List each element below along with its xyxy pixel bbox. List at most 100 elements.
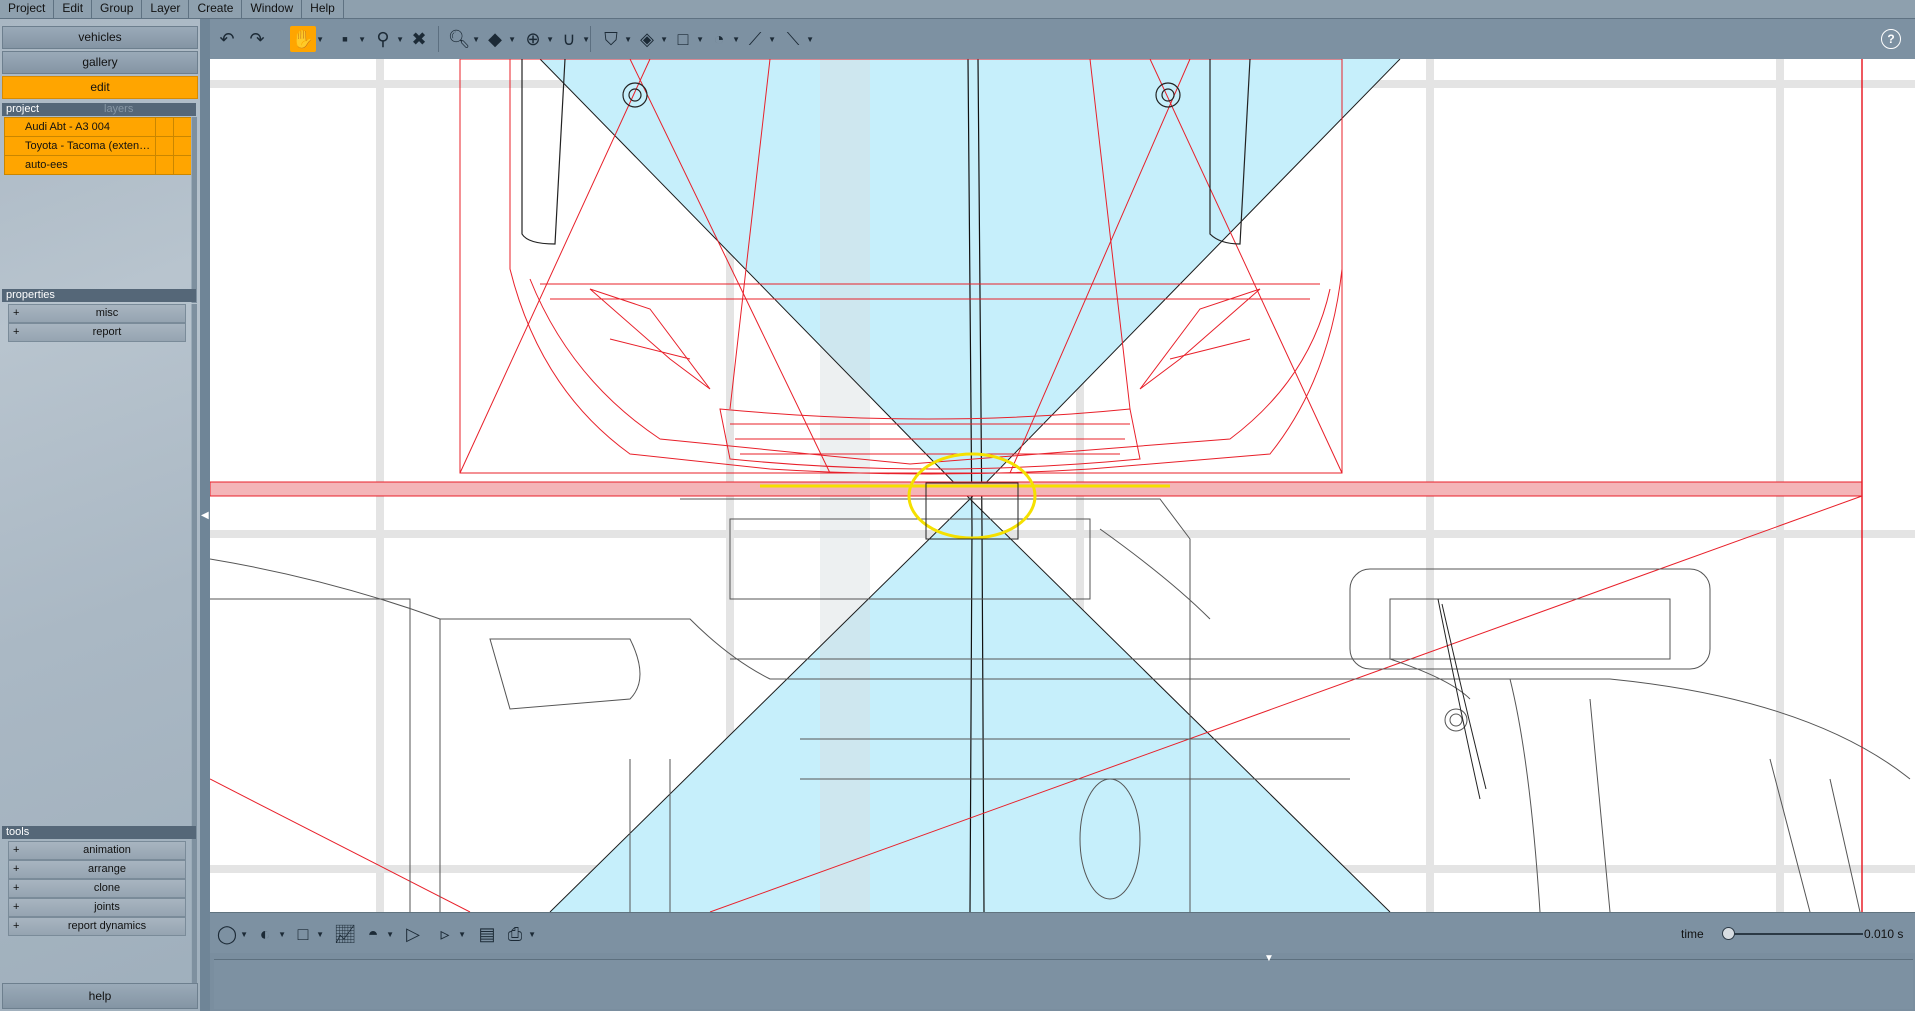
3d-viewport[interactable] — [210, 59, 1915, 912]
tools-title: tools — [6, 826, 30, 838]
menu-create[interactable]: Create — [189, 0, 243, 18]
properties-item-label: report — [92, 326, 122, 338]
play-icon[interactable]: ▷ — [400, 921, 426, 947]
tab-layers[interactable]: layers — [100, 103, 133, 116]
time-slider[interactable] — [1727, 933, 1863, 935]
dropdown-arrow-icon[interactable]: ▼ — [696, 35, 704, 44]
dropdown-arrow-icon[interactable]: ▼ — [458, 930, 466, 939]
tools-item-label: joints — [94, 901, 120, 913]
dropdown-arrow-icon[interactable]: ▼ — [472, 35, 480, 44]
menu-help[interactable]: Help — [302, 0, 344, 18]
expand-icon[interactable]: + — [13, 918, 19, 935]
dropdown-arrow-icon[interactable]: ▼ — [240, 930, 248, 939]
measure-icon[interactable]: ⟋ ▼ — [742, 26, 776, 52]
expand-icon[interactable]: + — [13, 899, 19, 916]
lower-panel-content — [214, 959, 1913, 1009]
properties-scrollbar[interactable] — [191, 304, 197, 844]
help-circle-icon[interactable]: ? — [1881, 29, 1901, 49]
tools-item-report-dynamics[interactable]: + report dynamics — [8, 917, 186, 936]
tools-item-label: report dynamics — [67, 920, 147, 932]
tools-item-arrange[interactable]: + arrange — [8, 860, 186, 879]
dropdown-arrow-icon[interactable]: ▼ — [316, 930, 324, 939]
dropdown-arrow-icon[interactable]: ▼ — [278, 930, 286, 939]
expand-panel-icon[interactable]: ▼ — [1264, 953, 1274, 964]
undo-icon[interactable]: ↶ — [214, 26, 240, 52]
expand-icon[interactable]: + — [13, 305, 19, 322]
magnet-icon[interactable]: ∪ ▼ — [556, 26, 590, 52]
project-item[interactable]: Audi Abt - A3 004 — [4, 117, 192, 137]
menu-project[interactable]: Project — [0, 0, 55, 18]
camera-icon[interactable]: ◓ ▼ — [360, 921, 394, 947]
menu-window[interactable]: Window — [242, 0, 303, 18]
toolbar-divider — [438, 26, 439, 52]
tire-icon[interactable]: ◐ ▼ — [252, 921, 286, 947]
tools-item-clone[interactable]: + clone — [8, 879, 186, 898]
tools-item-joints[interactable]: + joints — [8, 898, 186, 917]
properties-item-report[interactable]: + report — [8, 323, 186, 342]
shield-icon[interactable]: ⛉ ▼ — [598, 26, 632, 52]
dropdown-arrow-icon[interactable]: ▼ — [624, 35, 632, 44]
gallery-button[interactable]: gallery — [2, 51, 198, 74]
pin-icon[interactable]: ⚲ ▼ — [370, 26, 404, 52]
dropdown-arrow-icon[interactable]: ▼ — [660, 35, 668, 44]
expand-icon[interactable]: + — [13, 880, 19, 897]
dropdown-arrow-icon[interactable]: ▼ — [546, 35, 554, 44]
rectangle-shape-icon[interactable]: □ ▼ — [290, 921, 324, 947]
select-rect-icon[interactable]: ▪ ▼ — [332, 26, 366, 52]
dropdown-arrow-icon[interactable]: ▼ — [528, 930, 536, 939]
circle-shape-icon[interactable]: ◯ ▼ — [214, 921, 248, 947]
cube-icon[interactable]: ◆ ▼ — [482, 26, 516, 52]
dropdown-arrow-icon[interactable]: ▼ — [396, 35, 404, 44]
tools-item-animation[interactable]: + animation — [8, 841, 186, 860]
dropdown-arrow-icon[interactable]: ▼ — [806, 35, 814, 44]
divider — [173, 156, 174, 174]
tools-scrollbar[interactable] — [191, 841, 197, 999]
properties-title: properties — [6, 289, 55, 301]
divider — [173, 118, 174, 136]
project-scrollbar[interactable] — [191, 117, 197, 303]
tools-item-label: animation — [83, 844, 131, 856]
time-value: 0.010 s — [1864, 927, 1904, 941]
time-slider-knob[interactable] — [1722, 927, 1735, 940]
zoom-icon[interactable]: 🔍︎ ▼ — [446, 26, 480, 52]
gauge-icon[interactable]: ◔ ▼ — [706, 26, 740, 52]
dropdown-arrow-icon[interactable]: ▼ — [732, 35, 740, 44]
redo-icon[interactable]: ↷ — [244, 26, 270, 52]
pan-hand-icon[interactable]: ✋ ▼ — [290, 26, 324, 52]
dropdown-arrow-icon[interactable]: ▼ — [386, 930, 394, 939]
time-label: time — [1681, 927, 1704, 941]
report-icon[interactable]: ▤ — [474, 921, 500, 947]
properties-item-misc[interactable]: + misc — [8, 304, 186, 323]
project-item-label: Audi Abt - A3 004 — [25, 121, 111, 133]
tab-project[interactable]: project — [2, 103, 39, 115]
menu-group[interactable]: Group — [92, 0, 143, 18]
divider — [155, 156, 156, 174]
rectangle-icon[interactable]: □ ▼ — [670, 26, 704, 52]
project-item[interactable]: auto-ees — [4, 155, 192, 175]
project-item[interactable]: Toyota - Tacoma (exten… — [4, 136, 192, 156]
dropdown-arrow-icon[interactable]: ▼ — [508, 35, 516, 44]
vehicles-button[interactable]: vehicles — [2, 26, 198, 49]
collapse-panel-icon[interactable]: ◀ — [201, 510, 209, 526]
delete-icon[interactable]: ✖ — [406, 26, 432, 52]
expand-icon[interactable]: + — [13, 324, 19, 341]
help-button[interactable]: help — [2, 983, 198, 1009]
move-icon[interactable]: ⊕ ▼ — [520, 26, 554, 52]
print-icon[interactable]: ⎙ ▼ — [502, 921, 536, 947]
dropdown-arrow-icon[interactable]: ▼ — [316, 35, 324, 44]
edit-button[interactable]: edit — [2, 76, 198, 99]
dropdown-arrow-icon[interactable]: ▼ — [358, 35, 366, 44]
tools-item-label: arrange — [88, 863, 126, 875]
dropdown-arrow-icon[interactable]: ▼ — [582, 35, 590, 44]
expand-icon[interactable]: + — [13, 842, 19, 859]
menu-layer[interactable]: Layer — [142, 0, 190, 18]
dropdown-arrow-icon[interactable]: ▼ — [768, 35, 776, 44]
divider — [173, 137, 174, 155]
menu-edit[interactable]: Edit — [54, 0, 93, 18]
graph-icon[interactable]: 📈︎ — [332, 921, 358, 947]
step-play-icon[interactable]: ▹ ▼ — [432, 921, 466, 947]
surface-icon[interactable]: ◈ ▼ — [634, 26, 668, 52]
expand-icon[interactable]: + — [13, 861, 19, 878]
scene-drawing — [210, 59, 1915, 912]
ruler-icon[interactable]: ⟍ ▼ — [780, 26, 814, 52]
